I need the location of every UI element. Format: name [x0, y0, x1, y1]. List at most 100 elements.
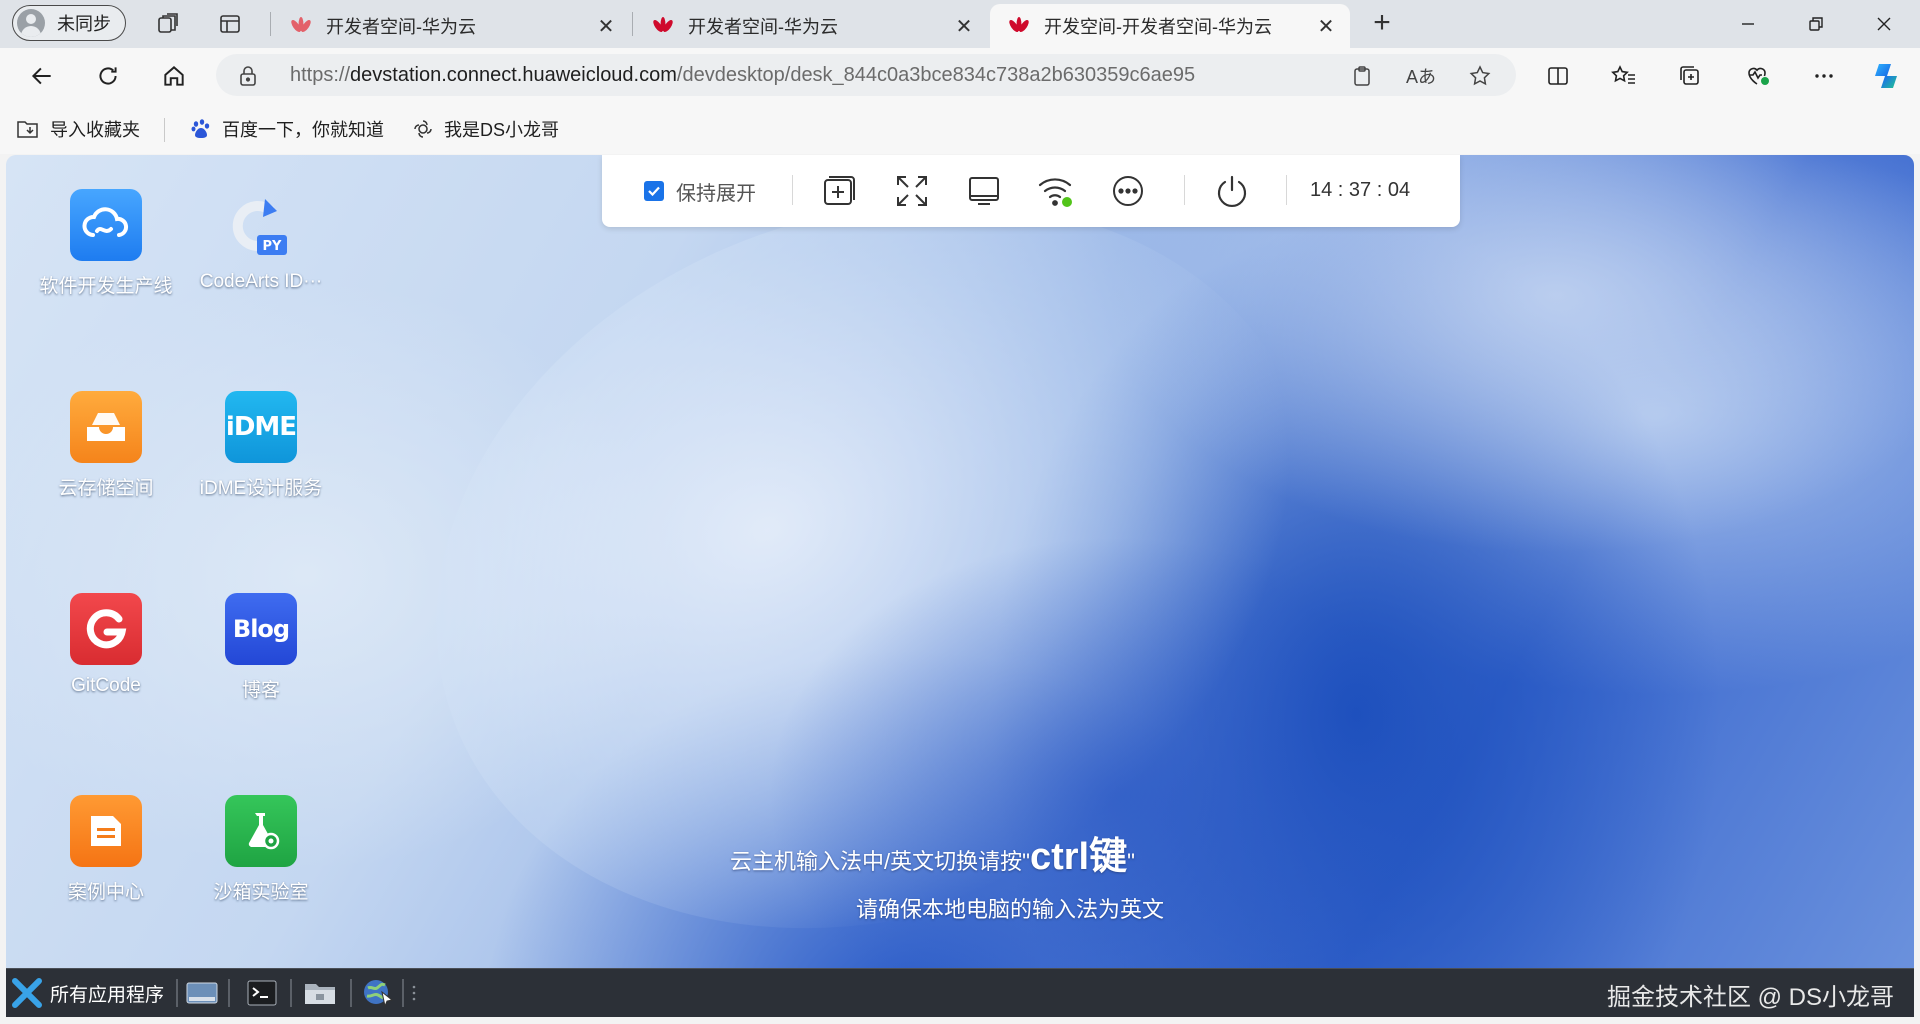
- huawei-logo-icon: [1009, 17, 1029, 32]
- display-icon[interactable]: [964, 171, 1004, 211]
- app-software-devops[interactable]: 软件开发生产线: [31, 189, 181, 298]
- tab-separator: [632, 12, 633, 36]
- address-bar[interactable]: https://devstation.connect.huaweicloud.c…: [216, 54, 1516, 96]
- hint-prefix: 云主机输入法中/英文切换请按": [730, 849, 1030, 874]
- browser-toolbar: https://devstation.connect.huaweicloud.c…: [0, 48, 1920, 104]
- web-browser-icon[interactable]: [362, 978, 394, 1008]
- show-desktop-icon[interactable]: [186, 978, 218, 1008]
- file-manager-icon[interactable]: [304, 978, 336, 1008]
- idme-icon: iDME: [225, 391, 297, 463]
- control-separator: [1184, 175, 1185, 205]
- tab-close-icon[interactable]: ✕: [954, 16, 974, 38]
- back-icon[interactable]: [24, 58, 60, 94]
- taskbar-separator: [228, 979, 230, 1007]
- app-codearts-ide[interactable]: PY CodeArts ID···: [186, 189, 336, 293]
- refresh-icon[interactable]: [90, 58, 126, 94]
- keep-expanded-checkbox[interactable]: [644, 181, 664, 201]
- tab-title: 开发空间-开发者空间-华为云: [1044, 17, 1272, 37]
- folder-import-icon: [17, 121, 38, 138]
- app-label: CodeArts ID···: [199, 271, 323, 292]
- favorite-import[interactable]: 导入收藏夹: [16, 116, 140, 142]
- favorite-baidu[interactable]: 百度一下，你就知道: [190, 116, 384, 142]
- app-label: 软件开发生产线: [39, 276, 173, 297]
- openai-knot-icon: [414, 120, 432, 138]
- favorites-icon[interactable]: [1606, 58, 1642, 94]
- network-wifi-icon[interactable]: [1036, 171, 1076, 211]
- tab-devspace-2[interactable]: 开发者空间-华为云 ✕: [634, 4, 988, 48]
- favorites-bar: 导入收藏夹 百度一下，你就知道 我是DS小龙哥: [0, 104, 1920, 154]
- restore-icon[interactable]: [1796, 6, 1836, 42]
- favorite-ds[interactable]: 我是DS小龙哥: [412, 116, 559, 142]
- app-blog[interactable]: Blog 博客: [186, 593, 336, 702]
- app-case-center[interactable]: 案例中心: [31, 795, 181, 904]
- workspaces-icon[interactable]: [154, 10, 182, 38]
- url-path: /devdesktop/desk_844c0a3bce834c738a2b630…: [676, 64, 1196, 86]
- app-idme[interactable]: iDME iDME设计服务: [186, 391, 336, 500]
- add-window-icon[interactable]: [818, 171, 858, 211]
- keep-expanded-label[interactable]: 保持展开: [676, 177, 756, 206]
- tab-title: 开发者空间-华为云: [688, 17, 838, 37]
- blog-icon: Blog: [225, 593, 297, 665]
- all-apps-button[interactable]: 所有应用程序: [12, 977, 164, 1009]
- watermark: 掘金技术社区 @ DS小龙哥: [1606, 984, 1894, 1011]
- profile-button[interactable]: 未同步: [12, 5, 126, 41]
- vertical-tabs-icon[interactable]: [216, 10, 244, 38]
- browser-essentials-icon[interactable]: [1740, 58, 1776, 94]
- huawei-logo-icon: [291, 17, 311, 32]
- home-icon[interactable]: [156, 58, 192, 94]
- close-window-icon[interactable]: [1864, 6, 1904, 42]
- hint-key: ctrl键: [1029, 836, 1128, 878]
- new-tab-button[interactable]: +: [1366, 8, 1398, 40]
- favorite-star-icon[interactable]: [1468, 64, 1492, 88]
- app-label: GitCode: [71, 675, 141, 696]
- collections-icon[interactable]: [1672, 58, 1708, 94]
- remote-desktop[interactable]: 软件开发生产线 PY CodeArts ID··· 云存储空间 iDME iDM…: [6, 155, 1914, 1017]
- fullscreen-icon[interactable]: [892, 171, 932, 211]
- copilot-icon[interactable]: [1868, 58, 1904, 94]
- url-scheme: https://: [290, 64, 351, 86]
- favorites-separator: [164, 118, 165, 142]
- ime-hint-line2: 请确保本地电脑的输入法为英文: [856, 897, 1165, 922]
- lock-icon[interactable]: [238, 65, 258, 87]
- split-screen-icon[interactable]: [1540, 58, 1576, 94]
- app-label: 博客: [241, 680, 280, 701]
- svg-text:PY: PY: [263, 239, 283, 254]
- taskbar-separator: [402, 979, 404, 1007]
- app-label: iDME设计服务: [199, 478, 323, 499]
- taskbar-separator: [290, 979, 292, 1007]
- tab-close-icon[interactable]: ✕: [1316, 16, 1336, 38]
- power-icon[interactable]: [1212, 171, 1252, 211]
- clipboard-icon[interactable]: [1350, 64, 1374, 88]
- url-text[interactable]: https://devstation.connect.huaweicloud.c…: [290, 64, 1195, 87]
- cloud-storage-icon: [70, 391, 142, 463]
- taskbar-separator: [176, 979, 178, 1007]
- avatar-icon: [17, 9, 45, 37]
- huawei-logo-icon: [653, 17, 673, 32]
- app-label: 云存储空间: [58, 478, 154, 499]
- check-icon: [648, 186, 660, 197]
- translate-icon[interactable]: Aあ: [1406, 64, 1436, 88]
- control-separator: [792, 175, 793, 205]
- favorite-label: 导入收藏夹: [50, 120, 140, 140]
- remote-control-bar: 保持展开 14 : 37 : 04: [602, 155, 1460, 227]
- app-cloud-storage[interactable]: 云存储空间: [31, 391, 181, 500]
- taskbar-separator: [350, 979, 352, 1007]
- app-gitcode[interactable]: GitCode: [31, 593, 181, 697]
- ime-hint-line1: 云主机输入法中/英文切换请按"ctrl键": [730, 825, 1135, 880]
- profile-label: 未同步: [57, 14, 111, 34]
- terminal-icon[interactable]: [246, 978, 278, 1008]
- more-options-icon[interactable]: [1108, 171, 1148, 211]
- minimize-icon[interactable]: [1728, 6, 1768, 42]
- app-label: 案例中心: [67, 882, 144, 903]
- tab-devspace-1[interactable]: 开发者空间-华为云 ✕: [272, 4, 630, 48]
- tab-devspace-active[interactable]: 开发空间-开发者空间-华为云 ✕: [990, 4, 1350, 48]
- gitcode-icon: [70, 593, 142, 665]
- tab-close-icon[interactable]: ✕: [596, 16, 616, 38]
- remote-taskbar: 所有应用程序 掘金技术社区 @ DS小龙哥: [6, 968, 1914, 1017]
- more-menu-icon[interactable]: [1806, 58, 1842, 94]
- all-apps-label: 所有应用程序: [50, 984, 165, 1006]
- control-separator: [1286, 175, 1287, 205]
- taskbar-handle-icon[interactable]: [408, 978, 420, 1008]
- app-sandbox-lab[interactable]: 沙箱实验室: [186, 795, 336, 904]
- xfce-logo-icon: [12, 978, 42, 1008]
